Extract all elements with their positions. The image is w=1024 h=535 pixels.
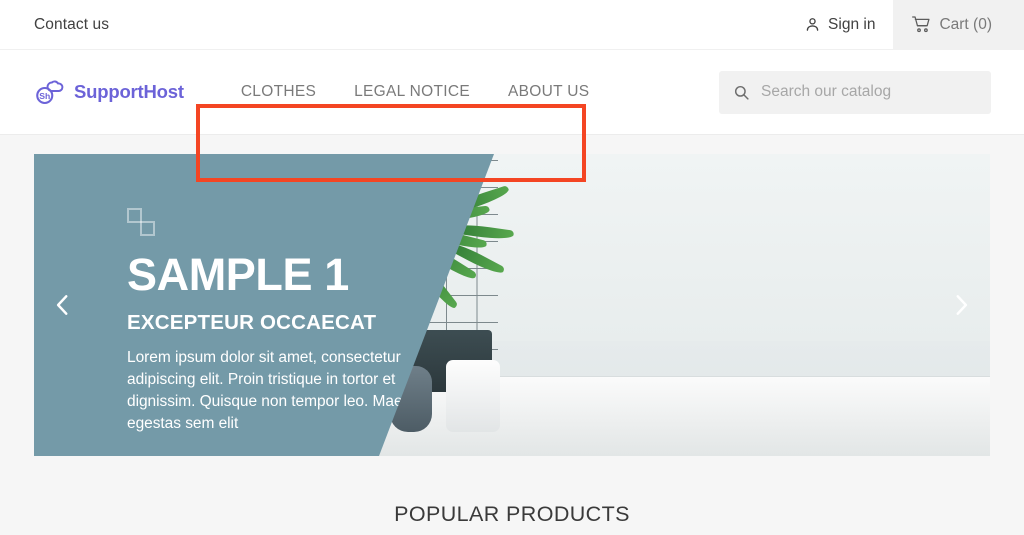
popular-products-title: POPULAR PRODUCTS [394,502,630,526]
page-content: A [0,154,1024,535]
chevron-right-icon [948,292,974,318]
contact-us-link[interactable]: Contact us [34,16,109,34]
sign-in-button[interactable]: Sign in [794,0,893,50]
shopping-cart-icon [911,15,931,34]
chevron-left-icon [50,292,76,318]
brand-name: SupportHost [74,81,184,102]
supporthost-cloud-logo-icon: Sh [35,79,65,105]
nav-item-about-us[interactable]: ABOUT US [508,83,589,101]
nav-item-legal-notice[interactable]: LEGAL NOTICE [354,83,470,101]
user-icon [804,16,821,33]
cart-button[interactable]: Cart (0) [893,0,1024,50]
search-input[interactable] [761,83,977,101]
top-bar-left: Contact us [0,16,109,34]
cart-label: Cart (0) [939,15,992,33]
brand-logo[interactable]: Sh SupportHost [0,79,184,105]
decorative-squares-icon [127,208,165,240]
slider-prev-button[interactable] [46,288,80,322]
sign-in-label: Sign in [828,15,876,33]
photo-vase-c [446,360,500,432]
search-icon [733,84,750,101]
nav-item-clothes[interactable]: CLOTHES [241,83,316,101]
slider-next-button[interactable] [944,288,978,322]
hero-slider: A [34,154,990,456]
top-bar-right: Sign in Cart (0) [794,0,1024,50]
main-navigation: CLOTHES LEGAL NOTICE ABOUT US [241,83,590,101]
top-bar: Contact us Sign in Cart (0) [0,0,1024,50]
search-box[interactable] [719,70,991,114]
slide-title: SAMPLE 1 [127,249,349,300]
site-header: Sh SupportHost CLOTHES LEGAL NOTICE ABOU… [0,50,1024,182]
svg-text:Sh: Sh [39,91,50,101]
